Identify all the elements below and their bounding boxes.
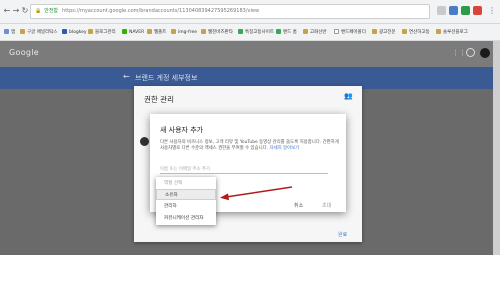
- bookmark-item[interactable]: 구글 애널리틱스: [20, 28, 57, 38]
- page-title: 브랜드 계정 세부정보: [135, 74, 198, 82]
- bookmark-item[interactable]: 연산하고등: [402, 28, 430, 38]
- role-option-placeholder[interactable]: 역할 선택: [156, 178, 216, 189]
- bookmark-item[interactable]: 광고전문: [372, 28, 396, 38]
- bookmark-item[interactable]: 블로그관리: [88, 28, 116, 38]
- lock-icon: 🔒: [35, 8, 42, 14]
- address-bar[interactable]: 🔒 안전함 https://myaccount.google.com/brandac…: [30, 4, 430, 19]
- dialog-title: 새 사용자 추가: [160, 126, 204, 134]
- settings-icon[interactable]: [466, 48, 475, 57]
- done-button[interactable]: 완료: [338, 231, 347, 238]
- apps-grid-icon[interactable]: ⋮⋮: [452, 49, 466, 57]
- bookmark-item[interactable]: img-free: [171, 28, 197, 38]
- extension-icon[interactable]: [461, 6, 470, 15]
- extension-icon[interactable]: [473, 6, 482, 15]
- bookmark-item[interactable]: 고화선반: [303, 28, 327, 38]
- bookmark-item[interactable]: 솔루션블로그: [436, 28, 468, 38]
- google-logo: Google: [9, 48, 40, 57]
- permissions-title: 권한 관리: [144, 95, 174, 104]
- email-input[interactable]: 이름 또는 이메일 주소 추가: [160, 166, 328, 174]
- bookmark-item[interactable]: 웹폴트: [147, 28, 166, 38]
- avatar[interactable]: [480, 48, 490, 58]
- star-icon[interactable]: [437, 6, 446, 15]
- role-option-owner[interactable]: 소유자: [156, 189, 216, 200]
- learn-more-link[interactable]: 자세히 알아보기: [270, 146, 300, 151]
- bookmark-item[interactable]: 앱: [4, 28, 15, 38]
- role-option-communications-manager[interactable]: 커뮤니케이션 관리자: [156, 213, 216, 224]
- bookmark-item[interactable]: 특징고등사이트: [238, 28, 274, 38]
- bookmark-item[interactable]: 밴드페어폴더: [334, 28, 366, 38]
- add-person-icon[interactable]: 👥: [344, 92, 353, 100]
- invite-button[interactable]: 초대: [322, 202, 331, 209]
- user-avatar: [140, 137, 149, 146]
- bookmark-item[interactable]: NAVER: [122, 28, 144, 38]
- bookmark-item[interactable]: blogkey: [62, 28, 87, 38]
- role-option-manager[interactable]: 관리자: [156, 201, 216, 212]
- back-arrow-icon[interactable]: ←: [123, 72, 130, 81]
- extension-icon[interactable]: [449, 6, 458, 15]
- google-header: [0, 41, 500, 67]
- cancel-button[interactable]: 취소: [294, 202, 303, 209]
- bookmark-item[interactable]: 밴드 홈: [276, 28, 297, 38]
- bookmark-item[interactable]: 웹진바즈판타: [201, 28, 233, 38]
- dialog-description: 다른 사용자의 비즈니스 정보, 고객 리뷰 및 YouTube 동영상 관리를…: [160, 140, 339, 151]
- reload-icon[interactable]: ↻: [20, 4, 30, 18]
- menu-icon[interactable]: ⋮: [487, 4, 497, 18]
- scrollbar[interactable]: [493, 41, 500, 255]
